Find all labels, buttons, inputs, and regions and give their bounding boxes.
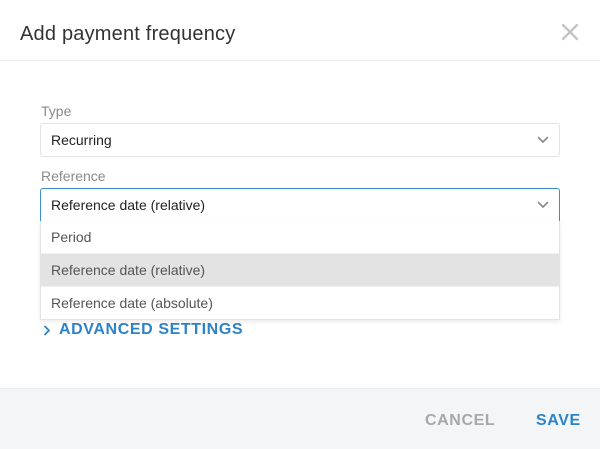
- dialog-header: Add payment frequency: [0, 0, 600, 61]
- cancel-button[interactable]: CANCEL: [425, 411, 495, 431]
- close-button[interactable]: [558, 20, 582, 44]
- close-icon: [558, 20, 582, 44]
- option-reference-date-relative[interactable]: Reference date (relative): [41, 253, 559, 286]
- dialog-title: Add payment frequency: [20, 23, 236, 45]
- dialog-footer: CANCEL SAVE: [0, 388, 600, 449]
- type-label: Type: [41, 103, 72, 119]
- reference-label: Reference: [41, 168, 106, 184]
- advanced-settings-label: ADVANCED SETTINGS: [59, 321, 244, 338]
- option-reference-date-absolute[interactable]: Reference date (absolute): [41, 286, 559, 319]
- type-select[interactable]: Recurring: [40, 123, 560, 157]
- add-payment-frequency-dialog: Add payment frequency Type Recurring Ref…: [0, 0, 600, 449]
- chevron-down-icon: [537, 136, 549, 144]
- type-select-value: Recurring: [51, 132, 112, 148]
- save-button[interactable]: SAVE: [536, 411, 581, 431]
- reference-dropdown-menu: Period Reference date (relative) Referen…: [40, 221, 560, 320]
- reference-select[interactable]: Reference date (relative): [40, 188, 560, 222]
- chevron-down-icon: [537, 201, 549, 209]
- chevron-right-icon: [43, 325, 51, 336]
- option-period[interactable]: Period: [41, 221, 559, 253]
- reference-select-value: Reference date (relative): [51, 197, 206, 213]
